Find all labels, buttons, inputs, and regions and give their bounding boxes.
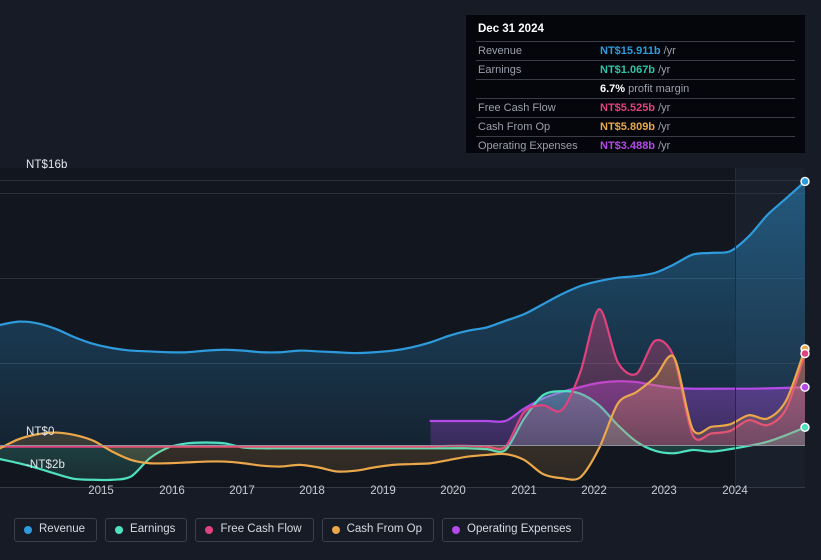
tooltip-row-value: NT$5.525b /yr xyxy=(600,102,671,114)
legend-color-dot xyxy=(331,525,340,534)
legend-item-label: Earnings xyxy=(130,523,176,535)
tooltip-date: Dec 31 2024 xyxy=(478,23,544,35)
legend-color-dot xyxy=(452,525,461,534)
tooltip-row: Operating Expenses NT$3.488b /yr xyxy=(476,136,795,156)
legend-color-dot xyxy=(115,525,124,534)
tooltip-row: Free Cash Flow NT$5.525b /yr xyxy=(476,98,795,118)
tooltip-row-value: NT$1.067b /yr xyxy=(600,64,671,76)
x-axis-label-2017: 2017 xyxy=(229,485,255,497)
legend-item-earnings[interactable]: Earnings xyxy=(105,518,188,542)
tooltip-row-label xyxy=(476,80,600,99)
chart-legend: Revenue Earnings Free Cash Flow Cash From O… xyxy=(14,518,584,542)
legend-item-revenue[interactable]: Revenue xyxy=(14,518,98,542)
x-axis-label-2015: 2015 xyxy=(88,485,114,497)
tooltip-row-value: 6.7% profit margin xyxy=(600,83,690,95)
tooltip-row-value: NT$5.809b /yr xyxy=(600,121,671,133)
tooltip-row: 6.7% profit margin xyxy=(476,79,795,99)
tooltip-row-label: Free Cash Flow xyxy=(478,102,556,114)
endpoint-operating-expenses xyxy=(800,382,810,392)
x-axis-label-2022: 2022 xyxy=(581,485,607,497)
tooltip-row-label: Cash From Op xyxy=(478,121,551,133)
x-axis-label-2023: 2023 xyxy=(651,485,677,497)
financial-chart: NT$16b NT$0 -NT$2b 2015 2016 2017 2018 2019 202… xyxy=(0,0,821,560)
legend-item-operating-expenses[interactable]: Operating Expenses xyxy=(442,518,584,542)
y-axis-label-2: -NT$2b xyxy=(26,459,65,471)
legend-item-label: Revenue xyxy=(39,523,86,535)
x-axis-label-2021: 2021 xyxy=(511,485,537,497)
data-tooltip: Dec 31 2024 Revenue NT$15.911b /yr Earning… xyxy=(466,15,805,153)
y-axis-label-1: NT$0 xyxy=(26,426,55,438)
tooltip-row: Revenue NT$15.911b /yr xyxy=(476,41,795,61)
x-axis-label-2019: 2019 xyxy=(370,485,396,497)
tooltip-row-label: Operating Expenses xyxy=(478,140,578,152)
tooltip-row-value: NT$3.488b /yr xyxy=(600,140,671,152)
tooltip-table: Revenue NT$15.911b /yr Earnings NT$1.067b /… xyxy=(476,41,795,155)
endpoint-earnings xyxy=(800,422,810,433)
legend-item-free-cash-flow[interactable]: Free Cash Flow xyxy=(195,518,314,542)
tooltip-row-label: Earnings xyxy=(478,64,522,76)
legend-color-dot xyxy=(205,525,214,534)
legend-item-label: Cash From Op xyxy=(346,523,423,535)
tooltip-row-value: NT$15.911b /yr xyxy=(600,45,676,57)
legend-color-dot xyxy=(24,525,32,534)
x-axis-label-2018: 2018 xyxy=(299,485,325,497)
tooltip-row: Earnings NT$1.067b /yr xyxy=(476,60,795,80)
tooltip-row-label: Revenue xyxy=(478,45,523,57)
x-axis-label-2016: 2016 xyxy=(159,485,185,497)
legend-item-label: Free Cash Flow xyxy=(220,523,302,535)
legend-item-label: Operating Expenses xyxy=(467,523,572,535)
x-axis-label-2024: 2024 xyxy=(722,485,748,497)
endpoint-revenue xyxy=(800,176,810,187)
tooltip-row: Cash From Op NT$5.809b /yr xyxy=(476,117,795,137)
legend-item-cash-from-op[interactable]: Cash From Op xyxy=(321,518,435,542)
x-axis-label-2020: 2020 xyxy=(440,485,466,497)
y-axis-label-0: NT$16b xyxy=(26,159,68,171)
endpoint-free-cash-flow xyxy=(800,348,810,359)
